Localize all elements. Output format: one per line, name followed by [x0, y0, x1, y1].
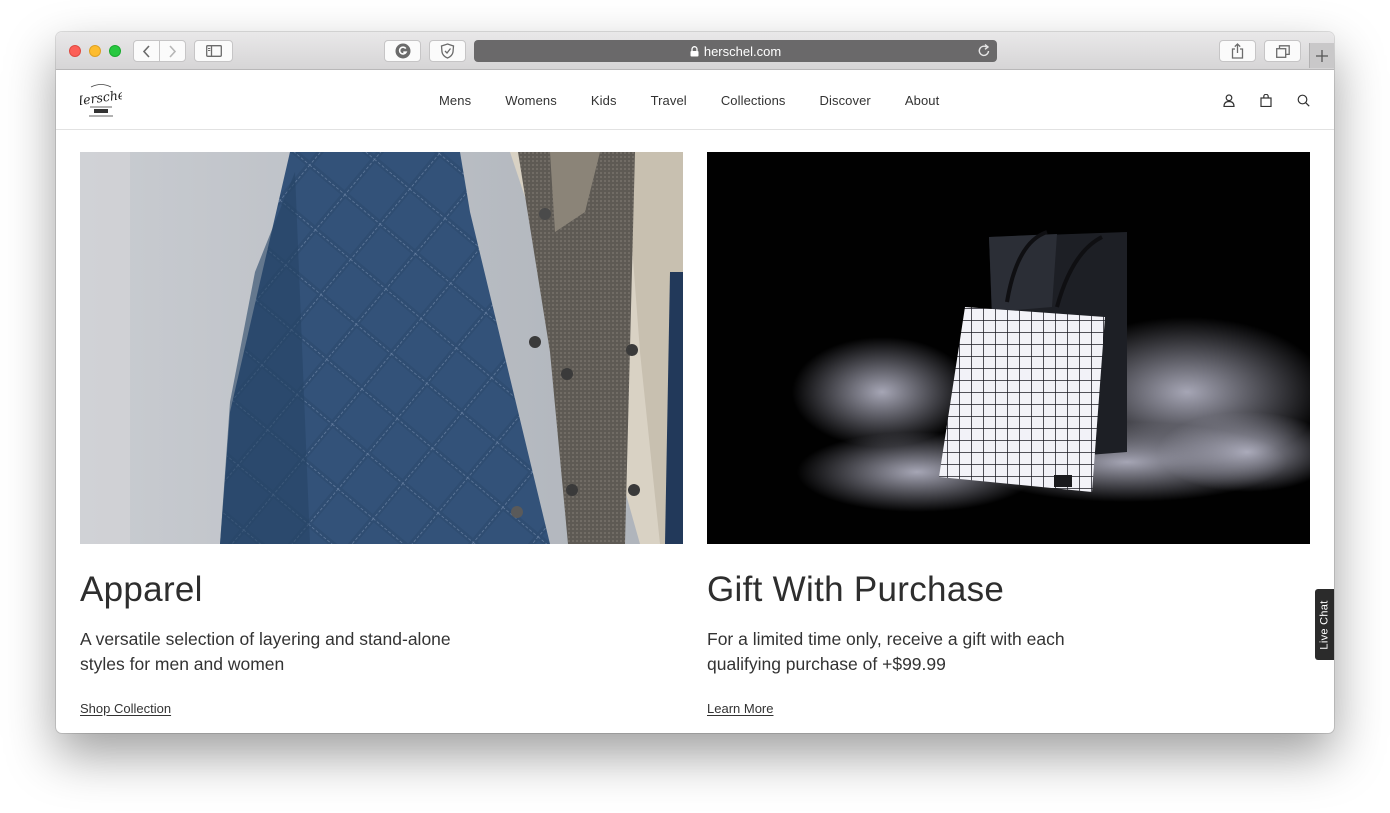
svg-text:Herschel: Herschel [80, 86, 122, 109]
gift-with-purchase-title: Gift With Purchase [707, 570, 1005, 609]
grammar-extension-button[interactable] [384, 40, 421, 62]
shop-collection-link[interactable]: Shop Collection [80, 701, 171, 716]
apparel-card: Apparel A versatile selection of layerin… [80, 152, 683, 716]
tabs-overview-button[interactable] [1264, 40, 1301, 62]
sidebar-toggle-button[interactable] [194, 40, 233, 62]
close-window-button[interactable] [69, 45, 81, 57]
share-button[interactable] [1219, 40, 1256, 62]
sidebar-icon [205, 45, 222, 57]
bag-icon [1260, 93, 1272, 107]
herschel-logo[interactable]: Herschel [70, 80, 130, 120]
shield-extension-icon [440, 43, 455, 59]
lock-icon [690, 45, 699, 57]
browser-toolbar: herschel.com [56, 32, 1334, 70]
zoom-window-button[interactable] [109, 45, 121, 57]
site-header: Herschel Mens Womens Kids Travel Collect… [56, 70, 1334, 130]
nav-womens[interactable]: Womens [505, 93, 557, 108]
apparel-title: Apparel [80, 570, 203, 609]
minimize-window-button[interactable] [89, 45, 101, 57]
browser-window: herschel.com Herschel Mens Womens Kids T… [56, 32, 1334, 733]
navy-quilted-jacket-photo[interactable] [80, 152, 683, 544]
history-nav-group [133, 40, 186, 62]
nav-about[interactable]: About [905, 93, 939, 108]
nav-mens[interactable]: Mens [439, 93, 471, 108]
share-icon [1231, 43, 1244, 59]
nav-kids[interactable]: Kids [591, 93, 617, 108]
reload-button[interactable] [977, 43, 991, 58]
forward-button[interactable] [160, 41, 185, 61]
nav-collections[interactable]: Collections [721, 93, 786, 108]
learn-more-link[interactable]: Learn More [707, 701, 773, 716]
new-tab-button[interactable] [1309, 43, 1334, 68]
chevron-left-icon [142, 44, 150, 58]
reflective-grid-tote-bag-photo[interactable] [707, 152, 1310, 544]
nav-discover[interactable]: Discover [820, 93, 871, 108]
nav-travel[interactable]: Travel [651, 93, 687, 108]
main-navigation: Mens Womens Kids Travel Collections Disc… [439, 70, 973, 130]
live-chat-label: Live Chat [1318, 599, 1331, 650]
reload-icon [978, 43, 990, 57]
grammar-extension-icon [395, 43, 410, 59]
apparel-description: A versatile selection of layering and st… [80, 629, 451, 674]
back-button[interactable] [134, 41, 160, 61]
shield-extension-button[interactable] [429, 40, 466, 62]
plus-icon [1316, 49, 1328, 62]
chevron-right-icon [169, 44, 176, 58]
bag-button[interactable] [1258, 92, 1274, 108]
address-bar[interactable]: herschel.com [474, 40, 997, 62]
account-button[interactable] [1221, 92, 1237, 108]
search-button[interactable] [1295, 92, 1311, 108]
live-chat-button[interactable]: Live Chat [1315, 589, 1334, 660]
tabs-overview-icon [1275, 44, 1290, 58]
gift-with-purchase-description: For a limited time only, receive a gift … [707, 629, 1065, 674]
account-icon [1223, 93, 1235, 107]
address-url: herschel.com [703, 43, 782, 59]
search-icon [1297, 94, 1310, 107]
gift-with-purchase-card: Gift With Purchase For a limited time on… [707, 152, 1310, 716]
